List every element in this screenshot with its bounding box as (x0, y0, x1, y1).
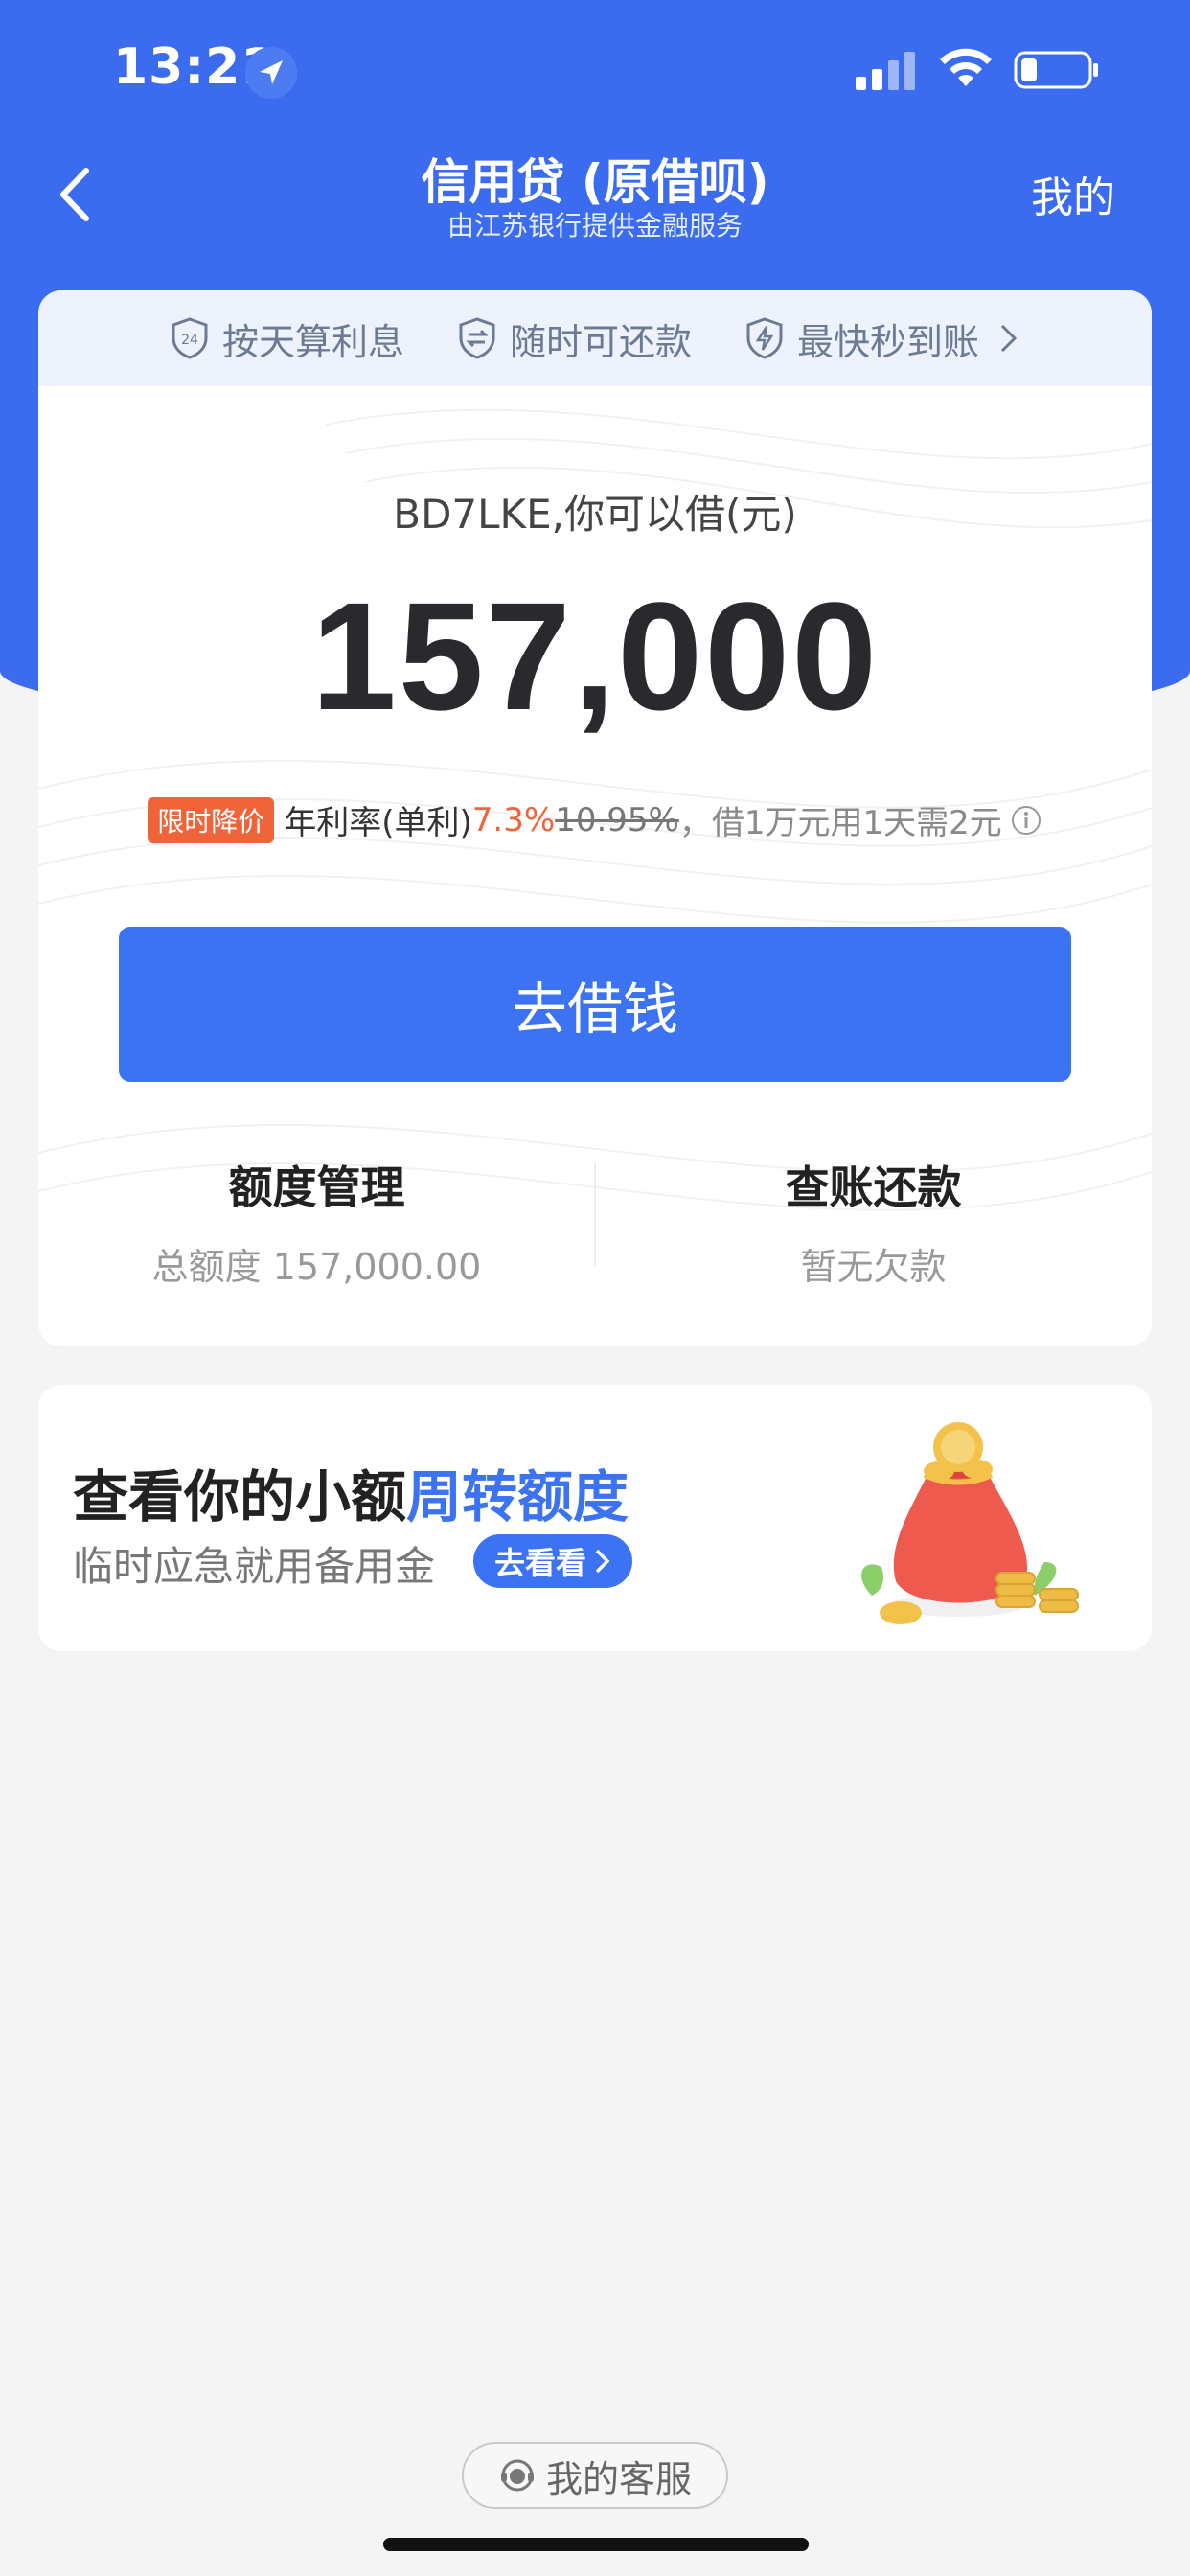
quota-title: 额度管理 (228, 1162, 405, 1213)
wifi-icon (940, 48, 992, 86)
svg-text:24: 24 (181, 333, 198, 348)
borrow-greeting: BD7LKE,你可以借(元) (393, 491, 797, 538)
revolving-credit-promo[interactable]: 查看你的小额周转额度 临时应急就用备用金 去看看 (38, 1385, 1152, 1651)
interest-rate-row: 限时降价 年利率(单利) 7.3% 10.95% ，借1万元用1天需2元 (38, 796, 1152, 843)
home-indicator[interactable] (383, 2538, 809, 2551)
rate-note: ，借1万元用1天需2元 (678, 804, 1002, 842)
loan-card: 24 按天算利息 随时可还款 最快秒到账 BD7LKE,你可以借(元) 157,… (38, 290, 1152, 1346)
go-see-button[interactable]: 去看看 (473, 1534, 633, 1588)
promo-title: 查看你的小额周转额度 (73, 1452, 629, 1532)
exchange-shield-icon (459, 317, 495, 359)
promo-title-prefix: 查看你的小额 (73, 1464, 407, 1530)
available-amount: 157,000 (310, 570, 880, 742)
calendar-24-shield-icon: 24 (172, 317, 208, 359)
promo-tag: 限时降价 (148, 796, 275, 843)
feature-label: 随时可还款 (509, 320, 692, 363)
page-title: 信用贷 (原借呗) (421, 154, 769, 210)
info-icon[interactable] (1010, 804, 1042, 837)
borrow-button[interactable]: 去借钱 (119, 927, 1071, 1082)
features-bar[interactable]: 24 按天算利息 随时可还款 最快秒到账 (38, 290, 1152, 386)
feature-repay-anytime: 随时可还款 (458, 312, 692, 365)
rate-new: 7.3% (471, 800, 556, 840)
chevron-right-icon (595, 1549, 610, 1574)
money-bag-illustration (861, 1422, 1079, 1624)
feature-instant-arrival: 最快秒到账 (745, 312, 979, 365)
feature-label: 按天算利息 (221, 320, 404, 363)
cellular-signal-icon (856, 52, 915, 90)
link-divider (594, 1162, 596, 1266)
quota-management-link[interactable]: 额度管理 总额度 157,000.00 (38, 1153, 595, 1290)
quota-total: 总额度 157,000.00 (151, 1246, 482, 1288)
customer-service-label: 我的客服 (545, 2457, 692, 2500)
bill-repay-link[interactable]: 查账还款 暂无欠款 (595, 1153, 1152, 1290)
mine-button[interactable]: 我的 (1031, 163, 1115, 224)
promo-title-highlight: 周转额度 (406, 1464, 629, 1530)
rate-old: 10.95% (555, 800, 679, 840)
feature-label: 最快秒到账 (797, 320, 980, 363)
bill-title: 查账还款 (785, 1162, 962, 1213)
feature-daily-interest: 24 按天算利息 (171, 312, 404, 365)
chevron-right-icon[interactable] (998, 322, 1019, 355)
customer-service-icon (500, 2459, 534, 2492)
page-subtitle: 由江苏银行提供金融服务 (446, 210, 743, 242)
promo-subtitle: 临时应急就用备用金 (73, 1543, 436, 1590)
battery-icon (1014, 51, 1098, 89)
rate-label: 年利率(单利) (284, 804, 472, 842)
status-bar: 13:21 (0, 0, 1190, 144)
go-see-label: 去看看 (494, 1545, 587, 1581)
bill-status: 暂无欠款 (800, 1246, 947, 1288)
lightning-shield-icon (746, 317, 783, 359)
location-arrow-icon (245, 47, 297, 99)
customer-service-button[interactable]: 我的客服 (462, 2442, 728, 2509)
